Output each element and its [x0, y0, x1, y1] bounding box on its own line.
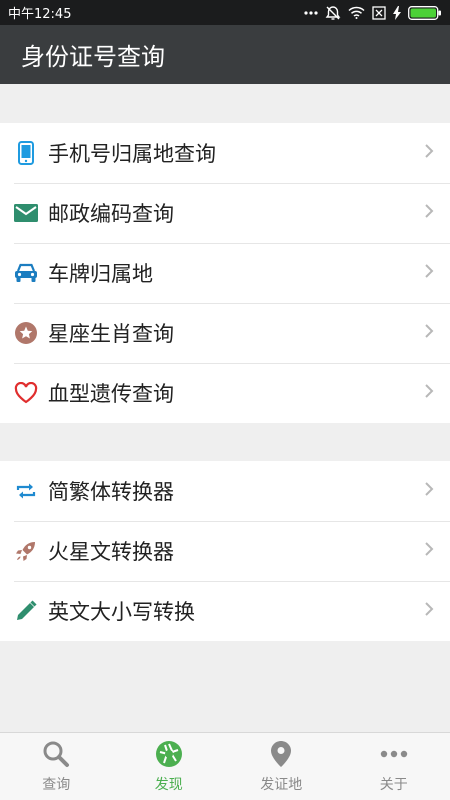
tab-label: 发现	[154, 777, 183, 793]
list-item-postcode-lookup[interactable]: 邮政编码查询	[0, 183, 450, 243]
chevron-right-icon	[424, 601, 434, 621]
tab-discover[interactable]: 发现	[113, 733, 226, 800]
chevron-right-icon	[424, 203, 434, 223]
list-item-martian-text-converter[interactable]: 火星文转换器	[0, 521, 450, 581]
more-icon	[379, 739, 409, 769]
bottom-tab-bar: 查询 发现 发证地 关于	[0, 732, 450, 800]
list-item-plate-lookup[interactable]: 车牌归属地	[0, 243, 450, 303]
swap-icon	[14, 479, 38, 503]
list-item-label: 车牌归属地	[48, 262, 153, 286]
list-item-label: 英文大小写转换	[48, 600, 195, 624]
wifi-icon	[348, 6, 365, 19]
tab-about[interactable]: 关于	[338, 733, 450, 800]
page-title: 身份证号查询	[21, 43, 165, 71]
phone-icon	[14, 141, 38, 165]
chevron-right-icon	[424, 323, 434, 343]
list-item-label: 星座生肖查询	[48, 322, 174, 346]
list-item-zodiac-lookup[interactable]: 星座生肖查询	[0, 303, 450, 363]
chevron-right-icon	[424, 481, 434, 501]
charging-icon	[393, 5, 401, 20]
tab-query[interactable]: 查询	[0, 733, 113, 800]
list-item-bloodtype-lookup[interactable]: 血型遗传查询	[0, 363, 450, 423]
search-icon	[41, 739, 71, 769]
mail-icon	[14, 201, 38, 225]
heart-icon	[14, 381, 38, 405]
tab-label: 关于	[379, 777, 408, 793]
list-item-label: 手机号归属地查询	[48, 142, 216, 166]
pencil-icon	[14, 599, 38, 623]
tools-group-2: 简繁体转换器 火星文转换器 英文大小写转换	[0, 461, 450, 641]
car-icon	[14, 261, 38, 285]
more-dots-icon	[304, 10, 318, 15]
sim-off-icon	[372, 5, 386, 20]
list-item-label: 血型遗传查询	[48, 382, 174, 406]
chevron-right-icon	[424, 263, 434, 283]
list-item-case-converter[interactable]: 英文大小写转换	[0, 581, 450, 641]
chevron-right-icon	[424, 541, 434, 561]
status-time: 中午12:45	[8, 7, 72, 22]
chevron-right-icon	[424, 383, 434, 403]
list-item-label: 邮政编码查询	[48, 202, 174, 226]
tab-label: 查询	[42, 777, 71, 793]
alarm-off-icon	[325, 5, 341, 21]
tools-group-1: 手机号归属地查询 邮政编码查询 车牌归属地 星座生肖查询 血型遗传查询	[0, 123, 450, 423]
location-pin-icon	[266, 739, 296, 769]
list-item-phone-lookup[interactable]: 手机号归属地查询	[0, 123, 450, 183]
battery-icon	[408, 5, 442, 20]
rocket-icon	[14, 539, 38, 563]
list-item-label: 火星文转换器	[48, 540, 174, 564]
aperture-icon	[154, 739, 184, 769]
tab-issuing-place[interactable]: 发证地	[225, 733, 338, 800]
app-bar: 身份证号查询	[0, 25, 450, 84]
star-icon	[14, 321, 38, 345]
list-item-trad-simp-converter[interactable]: 简繁体转换器	[0, 461, 450, 521]
chevron-right-icon	[424, 143, 434, 163]
status-icons	[304, 5, 442, 21]
tab-label: 发证地	[260, 777, 303, 793]
list-item-label: 简繁体转换器	[48, 480, 174, 504]
status-bar: 中午12:45	[0, 0, 450, 25]
